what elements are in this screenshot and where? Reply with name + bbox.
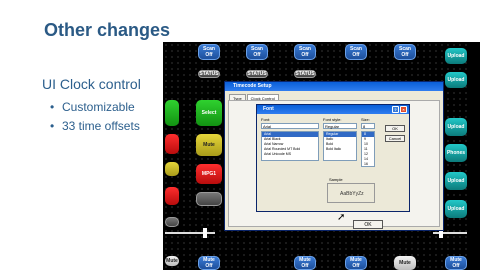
mouse-cursor-icon: ➚ [337, 212, 346, 223]
setup-ok-button[interactable]: OK [353, 220, 383, 229]
select-button[interactable]: Select [196, 100, 222, 126]
list-item[interactable]: 16 [362, 162, 374, 167]
font-ok-button[interactable]: OK [385, 125, 405, 132]
list-item[interactable]: Bold Italic [324, 147, 356, 152]
font-input[interactable]: Arial [261, 123, 319, 129]
mute-off-button[interactable]: Mute Off [294, 256, 316, 270]
slide-title: Other changes [44, 20, 171, 40]
red-button[interactable] [165, 187, 179, 205]
size-list[interactable]: 8 9 10 11 12 14 16 [361, 131, 375, 167]
mute-button[interactable]: Mute [165, 256, 179, 266]
mute-off-button[interactable]: Mute Off [198, 256, 220, 270]
mute-button[interactable]: Mute [196, 134, 222, 156]
mute-button[interactable]: Mute [394, 256, 416, 270]
small-button[interactable] [165, 217, 179, 227]
font-style-list[interactable]: Regular Italic Bold Bold Italic [323, 131, 357, 161]
red-button[interactable] [165, 134, 179, 154]
fader-knob[interactable] [203, 228, 207, 238]
sample-text: AaBbYyZz [340, 191, 364, 197]
font-style-input[interactable]: Regular [323, 123, 357, 129]
mute-off-button[interactable]: Mute Off [445, 256, 467, 270]
upload-button[interactable]: Upload [445, 118, 467, 136]
close-icon[interactable]: × [400, 106, 407, 113]
bullet-item: • Customizable [50, 100, 135, 114]
fader-track[interactable] [165, 232, 215, 234]
scan-off-button[interactable]: Scan Off [345, 44, 367, 60]
upload-button[interactable]: Upload [445, 200, 467, 218]
size-input[interactable]: 8 [361, 123, 375, 129]
mpg-button[interactable]: MPG1 [196, 164, 222, 184]
scan-off-button[interactable]: Scan Off [198, 44, 220, 60]
scan-off-button[interactable]: Scan Off [246, 44, 268, 60]
phones-button[interactable]: Phones [445, 144, 467, 162]
small-button[interactable] [196, 192, 222, 206]
bullet-item: • 33 time offsets [50, 119, 140, 133]
yellow-button[interactable] [165, 162, 179, 176]
scan-off-button[interactable]: Scan Off [394, 44, 416, 60]
status-button[interactable]: STATUS [294, 70, 316, 78]
font-cancel-button[interactable]: Cancel [385, 135, 405, 142]
font-dialog: Font ? × Font: Font style: Size: Arial R… [256, 104, 410, 212]
help-icon[interactable]: ? [392, 106, 399, 113]
window-buttons: ? × [391, 106, 407, 113]
mute-off-button[interactable]: Mute Off [345, 256, 367, 270]
scan-off-button[interactable]: Scan Off [294, 44, 316, 60]
panel-edge [468, 42, 480, 270]
sample-box: AaBbYyZz [327, 183, 375, 203]
sample-label: Sample [329, 177, 343, 182]
status-button[interactable]: STATUS [198, 70, 220, 78]
status-button[interactable]: STATUS [246, 70, 268, 78]
list-item[interactable]: Arial Unicode MS [262, 152, 318, 157]
slide-subtitle: UI Clock control [42, 76, 141, 92]
upload-button[interactable]: Upload [445, 72, 467, 88]
font-style-label: Font style: [323, 117, 342, 122]
bullet-list: • Customizable • 33 time offsets [50, 98, 140, 136]
upload-button[interactable]: Upload [445, 48, 467, 64]
font-label: Font: [261, 117, 271, 122]
font-dialog-title: Font ? × [257, 105, 409, 114]
font-list[interactable]: Arial Arial Black Arial Narrow Arial Rou… [261, 131, 319, 161]
setup-dialog-title: Timecode Setup [225, 82, 443, 91]
green-button[interactable] [165, 100, 179, 126]
upload-button[interactable]: Upload [445, 172, 467, 190]
size-label: Size: [361, 117, 370, 122]
